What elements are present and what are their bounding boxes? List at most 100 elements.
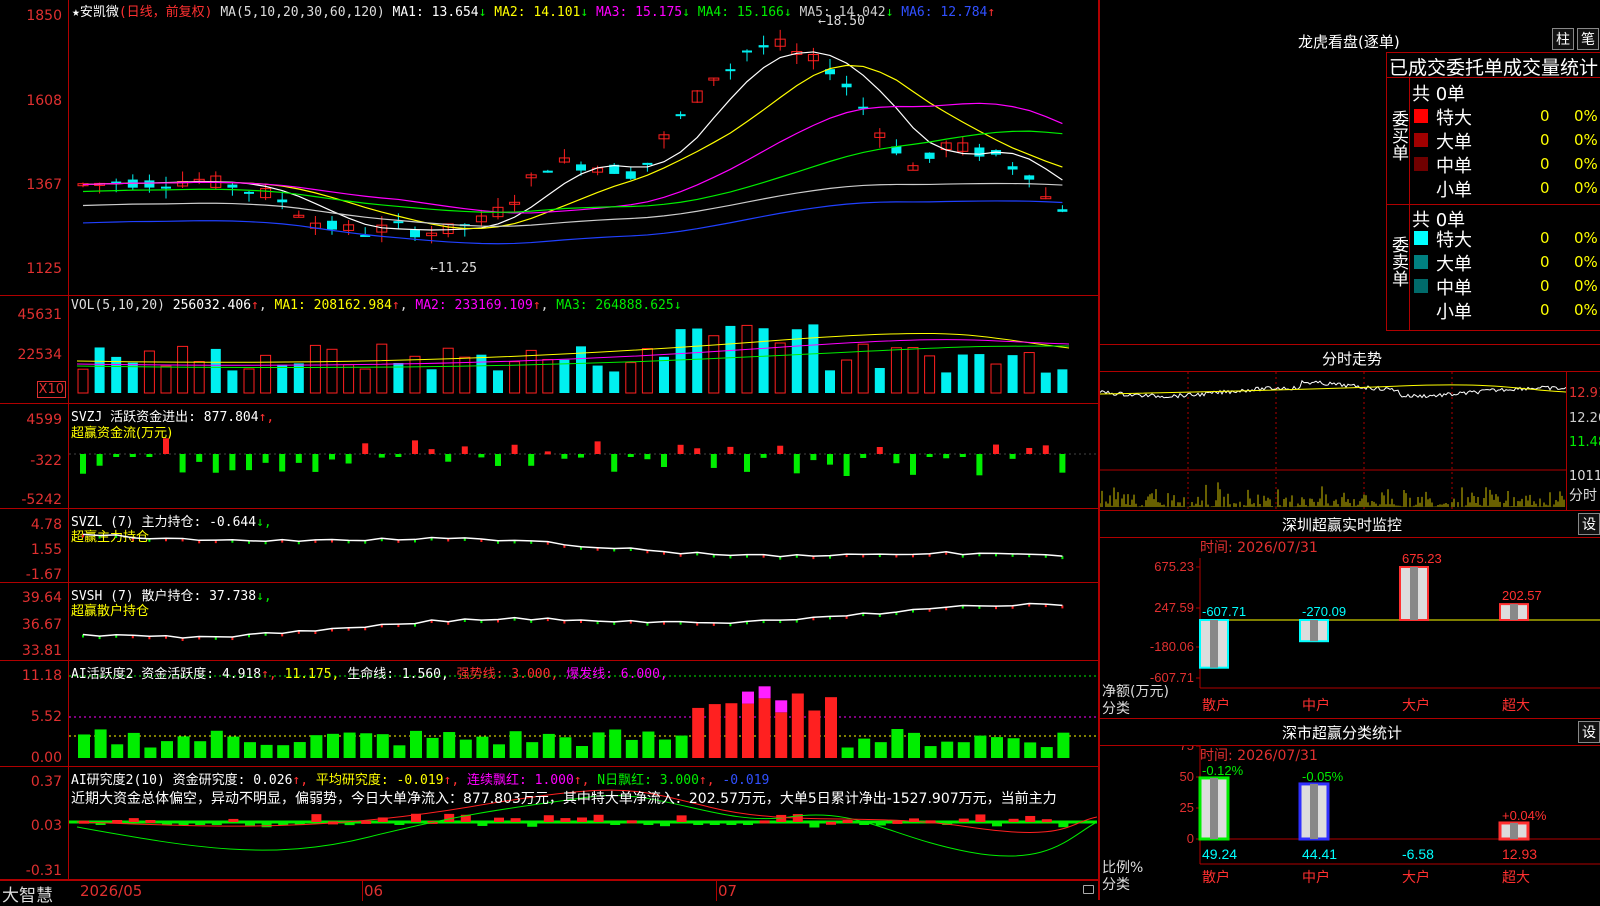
settings-button[interactable]: 设	[1578, 513, 1600, 535]
research-bar	[759, 820, 770, 824]
flow-bar	[777, 445, 784, 454]
flow-bar	[378, 454, 385, 458]
fenshi-panel[interactable]: 分时走势 12.91 12.20 11.48 10115 分时	[1098, 344, 1600, 510]
volume-bar	[210, 348, 221, 393]
activity-bar	[177, 736, 190, 758]
svzl-tick: 4.78	[30, 517, 62, 533]
research-bar	[494, 817, 504, 822]
research-bar	[211, 822, 222, 825]
sz-monitor-chart[interactable]: 675.23247.59-180.06-607.71-607.71散户-270.…	[1100, 538, 1600, 718]
legend-swatch	[1414, 279, 1428, 293]
fenshi-tick: 11.48	[1569, 435, 1600, 450]
volume-panel[interactable]: 45631 22534 X10 VOL(5,10,20) 256032.406↑…	[0, 296, 1098, 404]
research-bar	[261, 822, 272, 828]
volume-bar	[692, 328, 703, 393]
ai-research-tick: -0.31	[25, 863, 62, 879]
svzj-axis: 4599 -322 -5242	[0, 404, 69, 508]
longhu-title: 龙虎看盘(逐单)	[1298, 33, 1400, 51]
bar-mode-button[interactable]: 柱	[1552, 28, 1574, 50]
svsh-chart[interactable]	[69, 583, 1097, 660]
activity-bar	[1040, 747, 1053, 758]
bar-value: 675.23	[1402, 551, 1442, 566]
bar-top-label: -0.05%	[1302, 769, 1344, 784]
volume-bar	[890, 347, 902, 394]
price-axis: 1850 1608 1367 1125	[0, 0, 69, 295]
activity-bar	[293, 742, 306, 758]
ma-line	[82, 102, 1063, 214]
research-bar	[1025, 815, 1036, 822]
flow-bar	[910, 454, 916, 475]
activity-bar	[858, 738, 871, 758]
svsh-panel[interactable]: 39.64 36.67 33.81 SVSH (7) 散户持仓: 37.738↓…	[0, 583, 1098, 661]
volume-chart[interactable]	[69, 296, 1097, 403]
research-bar	[842, 820, 853, 824]
volume-bar	[990, 363, 1002, 394]
activity-bar	[244, 742, 256, 758]
row-name: 小单	[1436, 180, 1472, 201]
research-bar	[875, 822, 886, 826]
svzj-panel[interactable]: 4599 -322 -5242 SVZJ 活跃资金进出: 877.804↑, 超…	[0, 404, 1098, 509]
research-bar	[743, 822, 753, 825]
monitor-tick: -180.06	[1150, 639, 1194, 654]
row-pct: 0%	[1574, 107, 1598, 125]
flow-bar	[528, 454, 535, 466]
settings-button[interactable]: 设	[1578, 721, 1600, 743]
candle-body	[327, 220, 337, 230]
fenshi-chart[interactable]	[1100, 372, 1566, 510]
brand-logo[interactable]: 大智慧	[2, 881, 53, 906]
candle-body	[277, 199, 288, 203]
volume-bar	[1040, 372, 1051, 393]
volume-bar	[874, 367, 885, 393]
category-label: 大户	[1402, 697, 1430, 713]
volume-bar	[77, 368, 89, 394]
svzl-chart[interactable]	[69, 509, 1097, 582]
candle-body	[576, 164, 586, 171]
flow-bar	[810, 454, 817, 461]
candle-body	[1024, 175, 1035, 180]
ai-research-comment: 近期大资金总体偏空，异动不明显，偏弱势，今日大单净流入：877.803万元，其中…	[71, 791, 1057, 807]
flow-bar	[727, 446, 734, 454]
row-value: 0	[1540, 253, 1550, 271]
volume-bar	[758, 328, 769, 393]
legend-swatch	[1414, 303, 1428, 317]
svzl-panel[interactable]: 4.78 1.55 -1.67 SVZL (7) 主力持仓: -0.644↓, …	[0, 509, 1098, 583]
monitor-tick: 675.23	[1154, 559, 1194, 574]
volume-bar	[227, 370, 238, 393]
sz-classify-panel[interactable]: 深市超赢分类统计 设 时间: 2026/07/31 7550250-0.12%4…	[1098, 718, 1600, 900]
price-tick: 1125	[26, 261, 62, 277]
activity-bar	[991, 737, 1003, 758]
flow-bar	[744, 454, 750, 472]
ai-research-chart[interactable]	[69, 767, 1097, 879]
bar-value: 202.57	[1502, 588, 1542, 603]
row-pct: 0%	[1574, 229, 1598, 247]
ai-active-chart[interactable]	[69, 661, 1097, 766]
row-value: 0	[1540, 155, 1550, 173]
flow-bar	[113, 454, 120, 457]
activity-bar	[111, 744, 124, 758]
research-bar	[112, 819, 123, 823]
kline-panel[interactable]: 1850 1608 1367 1125 ★安凯微(日线，前复权) MA(5,10…	[0, 0, 1098, 296]
sz-classify-chart[interactable]: 75 50 25 0 -0.12% 49.24 散户 -0.05% 44.41 中户 -6.58 大户…	[1100, 746, 1600, 901]
row-value: 0	[1540, 301, 1550, 319]
sz-monitor-panel[interactable]: 深圳超赢实时监控 设 时间: 2026/07/31 675.23 247.59 -1…	[1098, 510, 1600, 718]
vol-ma-line	[76, 345, 1070, 369]
buy-total: 共 0单	[1412, 84, 1466, 105]
flow-bar	[179, 454, 186, 473]
lock-icon[interactable]	[1083, 885, 1094, 894]
ai-active-panel[interactable]: 11.18 5.52 0.00 AI活跃度2 资金活跃度: 4.918↑, 11…	[0, 661, 1098, 767]
svzj-chart[interactable]	[69, 404, 1097, 508]
svzj-tick: 4599	[26, 412, 62, 428]
activity-bar	[476, 736, 489, 758]
svsh-axis: 39.64 36.67 33.81	[0, 583, 69, 660]
research-bar	[178, 822, 189, 825]
activity-bar	[941, 741, 954, 758]
date-label: 07	[718, 882, 738, 900]
activity-bar	[78, 734, 90, 758]
tick-mode-button[interactable]: 笔	[1577, 28, 1599, 50]
candle-body	[144, 180, 155, 188]
research-bar	[1008, 818, 1019, 822]
ai-research-panel[interactable]: 0.37 0.03 -0.31 AI研究度2(10) 资金研究度: 0.026↑…	[0, 767, 1098, 880]
research-bar	[543, 815, 554, 822]
kline-chart[interactable]	[69, 0, 1097, 295]
candle-body	[758, 45, 769, 48]
